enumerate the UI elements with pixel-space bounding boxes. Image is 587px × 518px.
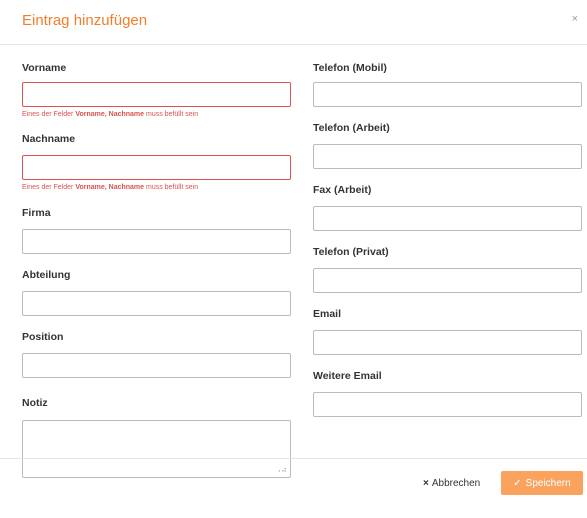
vorname-field: Vorname Eines der Felder Vorname, Nachna… xyxy=(22,60,292,119)
close-icon[interactable]: × xyxy=(572,13,578,25)
telefon-privat-label: Telefon (Privat) xyxy=(313,246,389,258)
error-text-prefix: Eines der Felder xyxy=(22,111,76,118)
fax-arbeit-label: Fax (Arbeit) xyxy=(313,184,372,196)
nachname-input[interactable] xyxy=(22,155,291,180)
save-label: Speichern xyxy=(525,477,571,489)
weitere-email-input[interactable] xyxy=(313,392,582,417)
telefon-mobil-input[interactable] xyxy=(313,82,582,107)
error-text-prefix: Eines der Felder xyxy=(22,184,76,191)
nachname-error-message: Eines der Felder Vorname, Nachname muss … xyxy=(22,183,292,192)
fax-arbeit-field: Fax (Arbeit) xyxy=(313,182,583,231)
cancel-button[interactable]: × Abbrechen xyxy=(423,478,480,489)
position-field: Position xyxy=(22,329,292,378)
telefon-arbeit-field: Telefon (Arbeit) xyxy=(313,120,583,169)
abteilung-field: Abteilung xyxy=(22,267,292,316)
save-button[interactable]: ✓ Speichern xyxy=(501,471,583,495)
email-input[interactable] xyxy=(313,330,582,355)
telefon-mobil-label: Telefon (Mobil) xyxy=(313,62,387,74)
nachname-field: Nachname Eines der Felder Vorname, Nachn… xyxy=(22,131,292,192)
check-icon: ✓ xyxy=(513,477,522,489)
position-input[interactable] xyxy=(22,353,291,378)
error-text-suffix: muss befüllt sein xyxy=(144,184,199,191)
vorname-input[interactable] xyxy=(22,82,291,107)
firma-field: Firma xyxy=(22,205,292,254)
telefon-arbeit-input[interactable] xyxy=(313,144,582,169)
notiz-label: Notiz xyxy=(22,397,48,409)
email-field: Email xyxy=(313,306,583,355)
error-text-fields: Vorname, Nachname xyxy=(75,111,145,118)
error-text-fields: Vorname, Nachname xyxy=(75,184,145,191)
right-column: Telefon (Mobil) Telefon (Arbeit) Fax (Ar… xyxy=(313,58,583,417)
telefon-arbeit-label: Telefon (Arbeit) xyxy=(313,122,390,134)
telefon-privat-field: Telefon (Privat) xyxy=(313,244,583,293)
fax-arbeit-input[interactable] xyxy=(313,206,582,231)
vorname-error-message: Eines der Felder Vorname, Nachname muss … xyxy=(22,110,292,119)
weitere-email-label: Weitere Email xyxy=(313,370,382,382)
email-label: Email xyxy=(313,308,342,320)
telefon-privat-input[interactable] xyxy=(313,268,582,293)
cancel-label: Abbrechen xyxy=(431,478,481,489)
abteilung-label: Abteilung xyxy=(22,269,71,281)
weitere-email-field: Weitere Email xyxy=(313,368,583,417)
error-text-suffix: muss befüllt sein xyxy=(144,111,199,118)
dialog-title: Eintrag hinzufügen xyxy=(22,12,148,29)
vorname-label: Vorname xyxy=(22,62,67,74)
firma-label: Firma xyxy=(22,207,51,219)
modal-footer: × Abbrechen ✓ Speichern xyxy=(0,458,587,518)
modal-header: Eintrag hinzufügen × xyxy=(0,0,587,45)
close-icon: × xyxy=(423,478,429,489)
position-label: Position xyxy=(22,331,64,343)
nachname-label: Nachname xyxy=(22,133,76,145)
firma-input[interactable] xyxy=(22,229,291,254)
left-column: Vorname Eines der Felder Vorname, Nachna… xyxy=(22,58,292,478)
telefon-mobil-field: Telefon (Mobil) xyxy=(313,60,583,107)
abteilung-input[interactable] xyxy=(22,291,291,316)
